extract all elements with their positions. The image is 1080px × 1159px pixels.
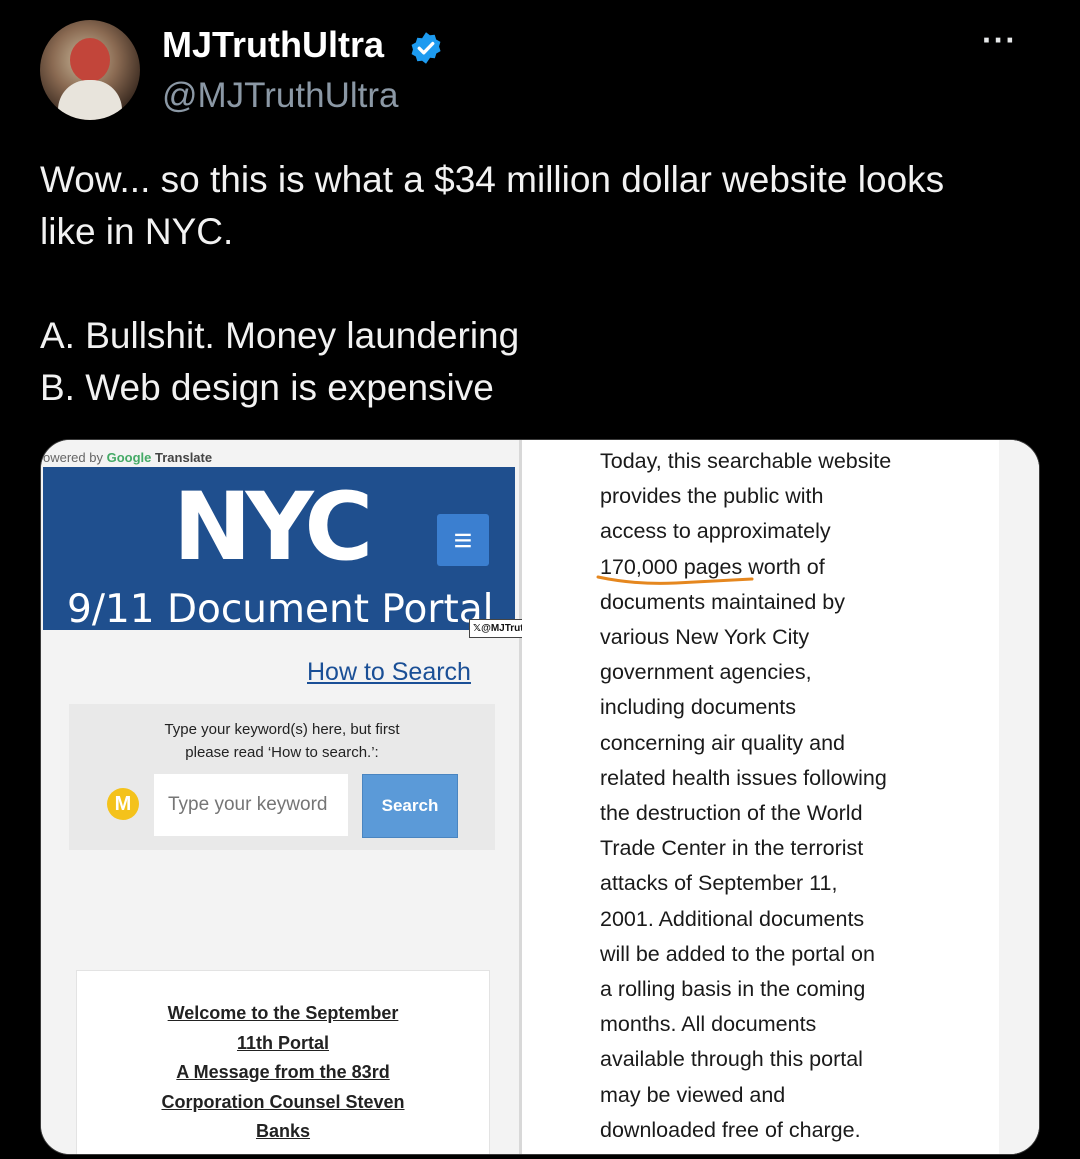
tweet-line: Wow... so this is what a $34 million dol… [40,159,945,200]
display-name[interactable]: MJTruthUltra [162,24,384,66]
tweet-line: B. Web design is expensive [40,367,494,408]
message-link[interactable]: Corporation Counsel Steven [77,1092,489,1113]
portal-header: NYC ≡ 9/11 Document Portal [43,467,515,632]
page-margin [999,440,1039,1154]
portal-mobile-view: owered by Google Translate NYC ≡ 9/11 Do… [41,440,557,1154]
description-line: a rolling basis in the coming [600,977,866,1002]
description-line: available through this portal [600,1047,863,1072]
description-line: access to approximately [600,519,831,544]
avatar-face [70,38,110,82]
description-line: Trade Center in the terrorist [600,836,864,861]
m-badge-icon[interactable]: M [107,788,139,820]
description-line: the destruction of the World [600,801,863,826]
description-line: including documents [600,695,797,720]
message-link[interactable]: Banks [77,1121,489,1142]
description-line: provides the public with [600,484,824,509]
description-line: months. All documents [600,1012,817,1037]
more-options-icon[interactable]: ··· [982,22,1017,59]
welcome-link[interactable]: Welcome to the September [77,1003,489,1024]
description-line: government agencies, [600,660,812,685]
welcome-card: Welcome to the September 11th Portal A M… [76,970,490,1154]
how-to-search-link[interactable]: How to Search [307,658,471,687]
description-line: may be viewed and [600,1082,786,1107]
avatar[interactable] [40,20,140,120]
powered-by-google-translate: owered by Google Translate [43,450,213,465]
keyword-search-input[interactable] [154,774,348,836]
description-line: downloaded free of charge. [600,1117,861,1142]
verified-badge-icon [411,32,441,64]
portal-description-panel: Today, this searchable website provides … [522,440,1039,1154]
description-line: documents maintained by [600,589,846,614]
search-panel: Type your keyword(s) here, but first ple… [69,704,495,850]
tweet-line: A. Bullshit. Money laundering [40,315,520,356]
description-line: Today, this searchable website [600,449,892,473]
tweet-line-break [40,258,1040,310]
description-line: concerning air quality and [600,730,846,755]
welcome-link[interactable]: 11th Portal [77,1033,489,1054]
user-handle[interactable]: @MJTruthUltra [162,76,398,116]
description-line: will be added to the portal on [600,941,875,966]
tweet-line: like in NYC. [40,211,234,252]
tweet-text: Wow... so this is what a $34 million dol… [40,154,1040,414]
avatar-body [58,80,122,120]
tweet-media-image[interactable]: owered by Google Translate NYC ≡ 9/11 Do… [40,439,1040,1155]
nyc-logo: NYC [173,473,373,582]
message-link[interactable]: A Message from the 83rd [77,1062,489,1083]
portal-description: Today, this searchable website provides … [600,444,960,1148]
description-line: attacks of September 11, [600,871,838,896]
highlight-underline [596,575,754,585]
portal-title: 9/11 Document Portal [67,587,494,632]
description-line: 2001. Additional documents [600,906,865,931]
search-hint: Type your keyword(s) here, but first ple… [164,721,400,761]
description-line: various New York City [600,625,810,650]
hamburger-menu-icon[interactable]: ≡ [437,514,489,566]
search-button[interactable]: Search [362,774,458,838]
description-line: related health issues following [600,765,887,790]
x-logo-icon: 𝕏 [473,623,482,634]
